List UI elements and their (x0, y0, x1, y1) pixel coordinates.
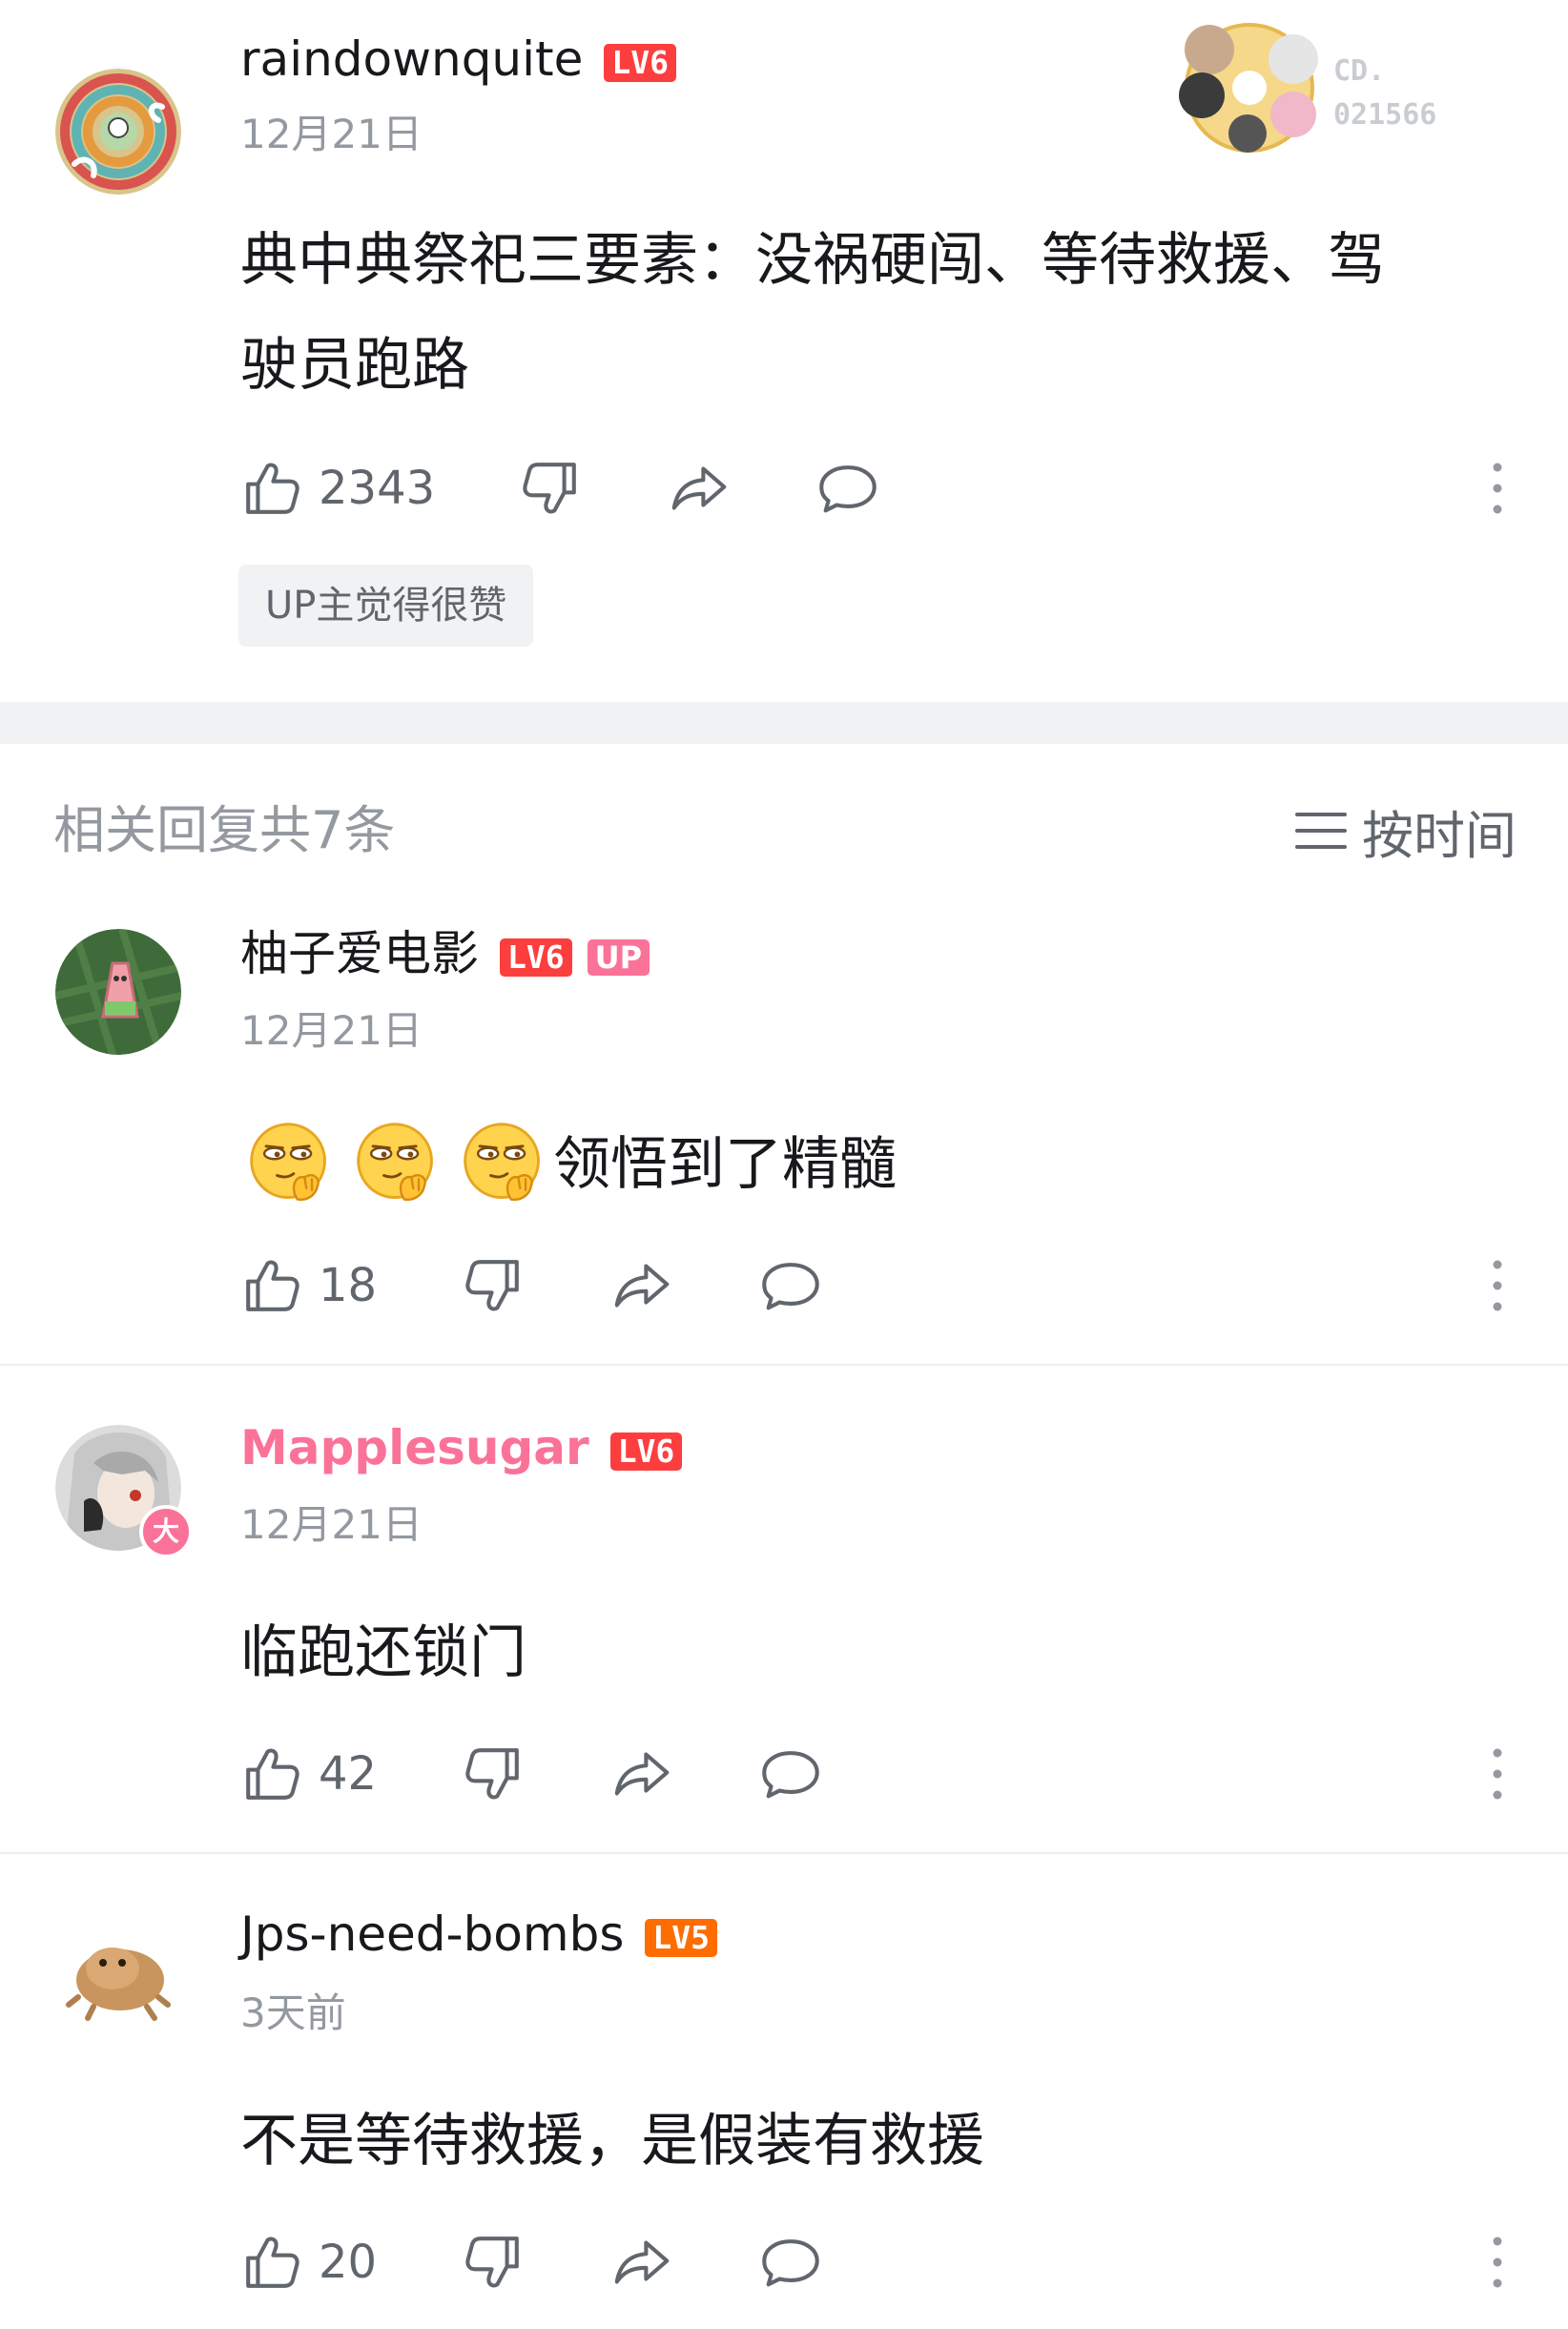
share-button[interactable] (609, 1736, 675, 1812)
thumbs-up-icon (238, 455, 305, 522)
comment-date: 12月21日 (240, 1007, 423, 1054)
more-icon[interactable] (1488, 460, 1507, 517)
comment-actions: 20 (238, 2224, 1507, 2300)
thinking-emoji-icon (351, 1119, 443, 1210)
comment-actions: 2343 (238, 450, 1507, 526)
avatar[interactable] (55, 929, 181, 1055)
thumbs-up-icon (238, 1741, 305, 1807)
fan-badge-number: 021566 (1333, 98, 1437, 132)
share-icon (609, 1741, 675, 1807)
like-button[interactable]: 18 (238, 1247, 377, 1324)
divider (0, 1852, 1568, 1854)
comment-icon (815, 455, 881, 522)
comment-date: 12月21日 (240, 1501, 423, 1548)
comment-date: 3天前 (240, 1989, 346, 2036)
comment-icon (757, 2229, 824, 2296)
more-icon[interactable] (1488, 1257, 1507, 1314)
level-badge: LV5 (645, 1918, 718, 1957)
thinking-emoji-icon (458, 1119, 549, 1210)
thumbs-up-icon (238, 2229, 305, 2296)
reply-button[interactable] (757, 1247, 824, 1324)
comment-date: 12月21日 (240, 111, 423, 157)
dislike-button[interactable] (460, 2224, 526, 2300)
share-button[interactable] (666, 450, 732, 526)
thumbs-down-icon (460, 1741, 526, 1807)
username-text[interactable]: raindownquite (240, 31, 583, 87)
reply-button[interactable] (815, 450, 881, 526)
divider (0, 1364, 1568, 1366)
avatar[interactable]: 大 (55, 1425, 193, 1558)
fan-badge-label: CD. (1333, 54, 1386, 88)
comment-text: 不是等待救援，是假装有救援 (240, 2108, 984, 2174)
like-button[interactable]: 2343 (238, 450, 435, 526)
up-liked-tag: UP主觉得很赞 (238, 565, 534, 647)
sort-button[interactable]: 按时间 (1295, 797, 1516, 866)
username-text[interactable]: Mapplesugar (240, 1420, 589, 1475)
list-icon (1295, 813, 1347, 849)
avatar[interactable] (55, 69, 181, 195)
avatar[interactable] (55, 1913, 181, 2039)
like-button[interactable]: 20 (238, 2224, 377, 2300)
username-text[interactable]: 柚子爱电影 (240, 926, 479, 981)
replies-count-title: 相关回复共7条 (53, 800, 396, 860)
username[interactable]: raindownquite LV6 (240, 31, 676, 88)
like-count: 42 (319, 1747, 378, 1801)
thumbs-down-icon (517, 455, 584, 522)
level-badge: LV6 (609, 1432, 683, 1471)
comment-text-line: 领悟到了精髓 (553, 1131, 897, 1198)
comment-text: 领悟到了精髓 (244, 1112, 897, 1217)
comment-text: 典中典祭祀三要素：没祸硬闯、等待救援、驾 驶员跑路 (240, 208, 1385, 418)
thinking-emoji-icon (244, 1119, 336, 1210)
share-icon (609, 1252, 675, 1319)
comment-text: 临跑还锁门 (240, 1619, 526, 1686)
username[interactable]: Mapplesugar LV6 (240, 1419, 683, 1476)
vip-badge: 大 (139, 1505, 193, 1558)
level-badge: LV6 (604, 43, 676, 82)
thumbs-down-icon (460, 1252, 526, 1319)
comment-text-line: 典中典祭祀三要素：没祸硬闯、等待救援、驾 (240, 227, 1385, 294)
dislike-button[interactable] (517, 450, 584, 526)
comment-icon (757, 1741, 824, 1807)
reply-button[interactable] (757, 2224, 824, 2300)
level-badge: LV6 (500, 938, 572, 977)
username-text[interactable]: Jps-need-bombs (240, 1906, 624, 1962)
share-icon (609, 2229, 675, 2296)
share-button[interactable] (609, 1247, 675, 1324)
sort-label: 按时间 (1362, 805, 1516, 866)
more-icon[interactable] (1488, 2234, 1507, 2291)
like-count: 2343 (319, 462, 436, 515)
username[interactable]: Jps-need-bombs LV5 (240, 1906, 718, 1963)
comment-actions: 42 (238, 1736, 1507, 1812)
vip-badge-text: 大 (152, 1515, 179, 1547)
more-icon[interactable] (1488, 1745, 1507, 1803)
thumbs-up-icon (238, 1252, 305, 1319)
share-icon (666, 455, 732, 522)
thumbs-down-icon (460, 2229, 526, 2296)
reply-button[interactable] (757, 1736, 824, 1812)
comment-text-line: 驶员跑路 (240, 332, 469, 399)
share-button[interactable] (609, 2224, 675, 2300)
comment-icon (757, 1252, 824, 1319)
username[interactable]: 柚子爱电影 LV6 UP (240, 925, 650, 982)
fan-badge[interactable]: CD. 021566 (1162, 11, 1457, 164)
dislike-button[interactable] (460, 1736, 526, 1812)
comment-actions: 18 (238, 1247, 1507, 1324)
section-separator (0, 702, 1568, 744)
like-count: 18 (319, 1259, 378, 1312)
dislike-button[interactable] (460, 1247, 526, 1324)
like-count: 20 (319, 2236, 378, 2289)
fan-badge-image (1179, 23, 1318, 153)
up-badge: UP (587, 938, 650, 976)
like-button[interactable]: 42 (238, 1736, 377, 1812)
